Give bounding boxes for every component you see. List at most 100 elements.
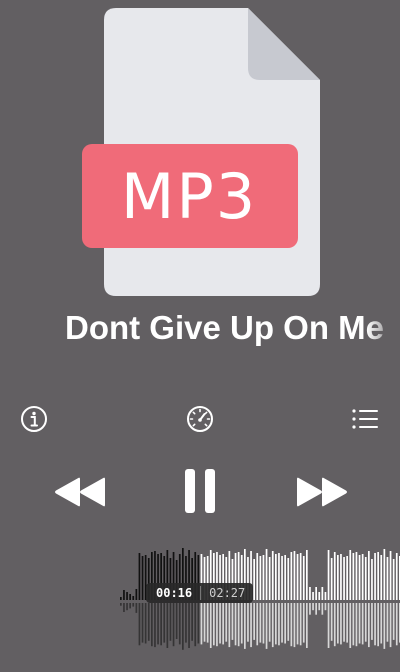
waveform-reflection-bar [132,603,135,607]
waveform-reflection-bar [147,603,150,641]
waveform-reflection-bar [340,603,342,645]
waveform-bar [386,557,389,600]
waveform-reflection-bar [144,603,147,644]
waveform-bar [355,552,358,600]
waveform-reflection-bar [312,603,314,611]
waveform-reflection-bar [129,603,131,609]
playlist-button[interactable] [349,403,381,435]
waveform-bar [318,592,321,600]
waveform-bar [343,557,345,600]
waveform-reflection-bar [178,603,181,645]
waveform-bar [275,554,277,600]
waveform-reflection-bar [355,603,358,647]
waveform-bar [284,555,286,600]
waveform-bar [306,550,308,600]
waveform-reflection-bar [395,603,398,646]
time-indicator: 00:16 02:27 [146,583,254,603]
waveform-bar [120,597,122,600]
waveform-reflection-bar [194,603,197,647]
info-button[interactable] [18,403,50,435]
waveform-reflection-bar [324,603,327,611]
rewind-button[interactable] [50,472,110,512]
waveform-reflection-bar [203,603,206,642]
waveform-reflection-bar [346,603,348,643]
waveform-reflection-bar [290,603,293,647]
waveform-reflection-bar [352,603,355,646]
waveform-reflection-bar [234,603,237,646]
waveform-bar [141,556,144,600]
waveform-bar [312,592,314,600]
waveform-reflection-bar [318,603,321,611]
waveform-bar [278,553,280,600]
waveform-bar [271,551,274,600]
waveform-reflection-bar [216,603,218,647]
waveform-reflection-bar [244,603,246,649]
waveform-reflection-bar [163,603,166,643]
waveform-reflection-bar [185,603,187,643]
waveform-reflection-bar [191,603,193,641]
waveform-reflection-bar [182,603,184,650]
total-time: 02:27 [209,586,246,600]
file-type-label: MP3 [120,159,258,233]
waveform-reflection-bar [386,603,389,642]
waveform-reflection-bar [206,603,209,643]
waveform-reflection-bar [228,603,231,648]
track-title: Dont Give Up On Me [65,309,385,346]
waveform-bar [349,550,352,600]
waveform-bar [383,549,386,600]
waveform-reflection-bar [349,603,352,648]
waveform-reflection-bar [268,603,271,642]
waveform-bar [293,551,296,600]
waveform-reflection-bar [166,603,169,648]
player-screen: MP3 Dont Give Up On Me 00:16 02:27 [0,0,400,672]
waveform-bar [253,559,255,600]
waveform-reflection-bar [271,603,274,648]
waveform-reflection-bar [380,603,383,644]
waveform-bar [330,558,333,600]
waveform-reflection-bar [284,603,286,644]
waveform-bar [340,554,342,600]
waveform-reflection-bar [287,603,290,641]
waveform-bar [371,559,373,600]
waveform-reflection-bar [253,603,255,640]
waveform-bar [327,550,330,600]
waveform-bar [126,592,128,600]
waveform-bar [123,590,125,600]
waveform-bar [346,556,348,600]
waveform-reflection-bar [120,603,122,606]
waveform-reflection-bar [151,603,153,647]
waveform-bar [302,556,305,600]
waveform-reflection-bar [157,603,159,645]
waveform-reflection-bar [213,603,215,646]
waveform-reflection-bar [278,603,280,646]
waveform-reflection-bar [377,603,379,647]
waveform-reflection-bar [330,603,333,641]
waveform-reflection-bar [321,603,324,615]
waveform-reflection-bar [296,603,299,645]
speedometer-icon [187,406,213,432]
pause-button[interactable] [176,465,224,517]
playback-speed-button[interactable] [184,403,216,435]
waveform-reflection-bar [265,603,268,649]
waveform-scrubber[interactable] [0,540,400,672]
waveform-reflection-bar [337,603,339,644]
waveform-bar [287,558,290,600]
waveform-reflection-bar [172,603,175,647]
waveform-reflection-bar [299,603,302,646]
waveform-bar [268,557,271,600]
waveform-reflection-bar [275,603,277,645]
fast-forward-button[interactable] [292,472,352,512]
waveform-bar [296,554,299,600]
waveform-bar [364,557,367,600]
fast-forward-icon [297,477,347,507]
waveform-reflection-bar [306,603,308,648]
mp3-file-icon: MP3 [80,8,320,300]
waveform-reflection-bar [256,603,259,646]
waveform-bar [324,592,327,600]
waveform-bar [368,551,370,600]
waveform-bar [377,552,379,600]
waveform-reflection-bar [169,603,172,641]
waveform-bar [138,553,141,600]
waveform-reflection-bar [368,603,370,648]
waveform-reflection-bar [389,603,392,648]
